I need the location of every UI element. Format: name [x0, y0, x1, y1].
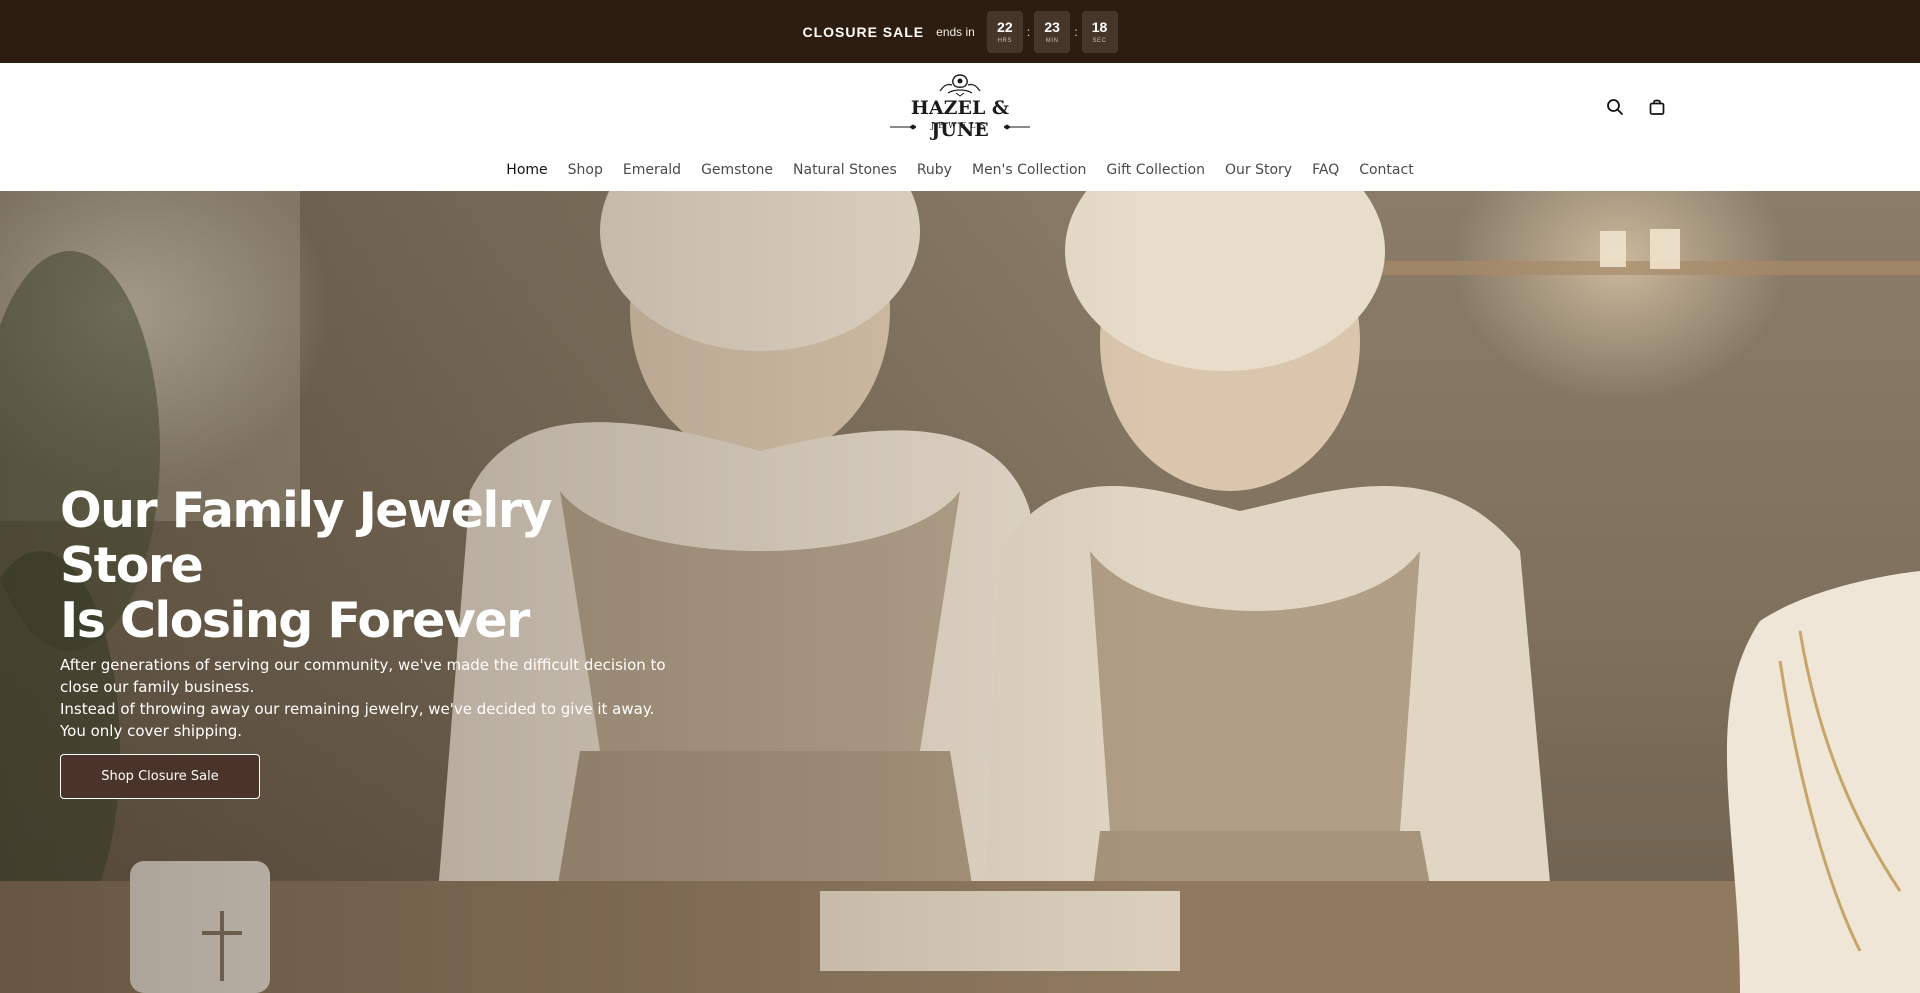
nav-item-natural-stones[interactable]: Natural Stones: [793, 161, 897, 179]
hero-description-line: close our family business.: [60, 678, 255, 696]
nav-item-contact[interactable]: Contact: [1359, 161, 1413, 179]
hero-title-line2: Is Closing Forever: [60, 592, 530, 649]
search-icon[interactable]: [1604, 96, 1626, 118]
hero-description-line: Instead of throwing away our remaining j…: [60, 700, 655, 718]
countdown-separator: :: [1026, 24, 1031, 39]
countdown-seconds: 18 SEC: [1081, 10, 1118, 53]
countdown-seconds-value: 18: [1091, 19, 1108, 35]
logo-crest-icon: [939, 74, 981, 97]
logo-flourish-right-icon: [1004, 124, 1030, 130]
countdown-hours-unit: HRS: [997, 38, 1013, 44]
nav-item-gemstone[interactable]: Gemstone: [701, 161, 773, 179]
nav-item-shop[interactable]: Shop: [568, 161, 603, 179]
logo-name: HAZEL & JUNE: [910, 97, 1010, 141]
site-header: HAZEL & JUNE JEWELS Home Shop Emerald Ge…: [0, 63, 1920, 191]
countdown-minutes-value: 23: [1044, 19, 1060, 35]
nav-item-mens-collection[interactable]: Men's Collection: [972, 161, 1086, 179]
header-actions: [1604, 96, 1668, 118]
hero-description-line: After generations of serving our communi…: [60, 656, 666, 674]
countdown-hours: 22 HRS: [986, 10, 1023, 53]
countdown-minutes-unit: MIN: [1045, 38, 1059, 44]
nav-item-faq[interactable]: FAQ: [1312, 161, 1339, 179]
nav-item-ruby[interactable]: Ruby: [917, 161, 952, 179]
announcement-bar: CLOSURE SALE ends in 22 HRS : 23 MIN : 1…: [0, 0, 1920, 63]
countdown-seconds-unit: SEC: [1092, 38, 1107, 44]
nav-item-home[interactable]: Home: [506, 161, 547, 179]
shop-closure-sale-button[interactable]: Shop Closure Sale: [60, 754, 260, 799]
hero-content: Our Family Jewelry Store Is Closing Fore…: [60, 483, 760, 799]
ends-in-label: ends in: [936, 24, 975, 39]
site-logo[interactable]: HAZEL & JUNE JEWELS: [890, 73, 1030, 141]
countdown-separator: :: [1074, 24, 1078, 39]
hero-description-line: You only cover shipping.: [60, 722, 243, 740]
nav-item-emerald[interactable]: Emerald: [623, 161, 681, 179]
shopping-bag-icon[interactable]: [1646, 96, 1668, 118]
hero-description: After generations of serving our communi…: [60, 654, 700, 742]
nav-item-our-story[interactable]: Our Story: [1225, 161, 1292, 179]
countdown-minutes: 23 MIN: [1034, 10, 1071, 53]
countdown-hours-value: 22: [997, 19, 1013, 35]
nav-item-gift-collection[interactable]: Gift Collection: [1106, 161, 1205, 179]
hero-title: Our Family Jewelry Store Is Closing Fore…: [60, 483, 680, 648]
main-nav: Home Shop Emerald Gemstone Natural Stone…: [0, 161, 1920, 179]
hero-banner: Our Family Jewelry Store Is Closing Fore…: [0, 191, 1920, 993]
sale-label: CLOSURE SALE: [802, 23, 925, 40]
hero-title-line1: Our Family Jewelry Store: [60, 482, 552, 594]
